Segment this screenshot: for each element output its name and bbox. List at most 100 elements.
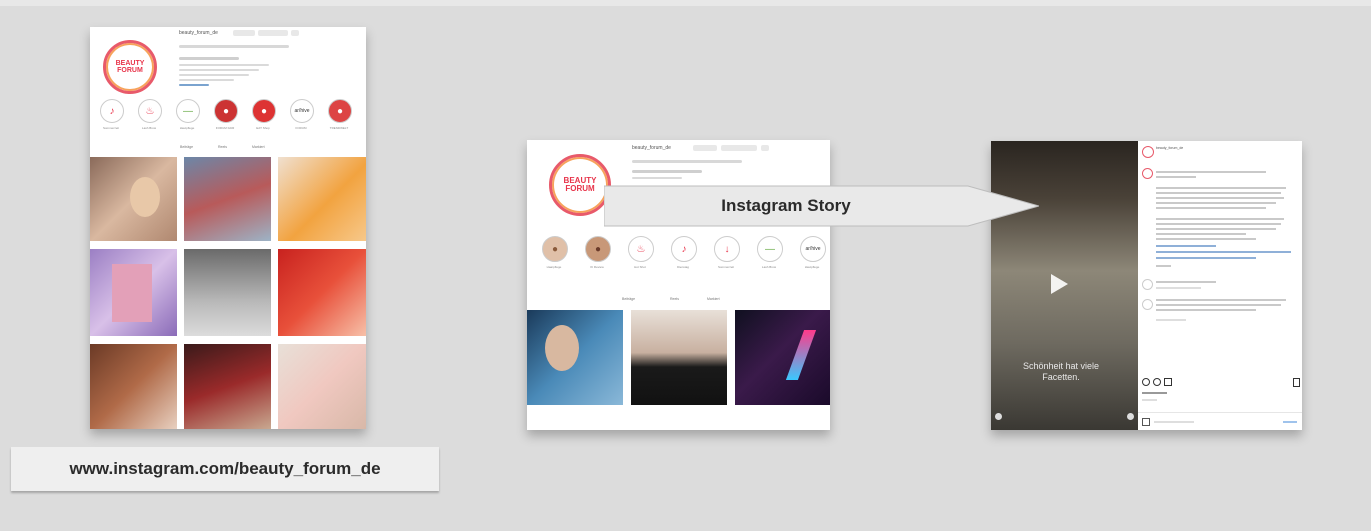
highlight-label: Lash Brow [141, 126, 157, 130]
highlight-forum-fair[interactable]: ● [214, 99, 238, 123]
post-username[interactable]: beauty_forum_de [1156, 146, 1183, 150]
placeholder-line [1154, 421, 1194, 423]
caption-link-line[interactable] [1156, 245, 1216, 247]
highlight-eat-shop[interactable]: ● [252, 99, 276, 123]
highlight-label: Hot Shot [634, 265, 646, 269]
highlight-dienstag[interactable]: ♪ [671, 236, 697, 262]
highlight-hautpflege[interactable]: — [176, 99, 200, 123]
highlight-label: Dienstag [677, 265, 689, 269]
face-shape [130, 177, 160, 217]
play-icon[interactable] [1051, 274, 1068, 294]
post-thumbnail[interactable] [735, 310, 830, 405]
post-thumbnail[interactable] [527, 310, 623, 405]
instagram-profile-screenshot: BEAUTY FORUM beauty_forum_de ♪ Sommerzei… [90, 27, 366, 429]
tab-tagged[interactable]: Markiert [252, 145, 265, 149]
bio-line [179, 64, 269, 66]
tab-reels[interactable]: Reels [218, 145, 227, 149]
more-button[interactable] [761, 145, 769, 151]
tab-reels[interactable]: Reels [670, 297, 679, 301]
bookmark-icon[interactable] [1293, 378, 1300, 387]
comment-icon[interactable] [1153, 378, 1161, 386]
post-thumbnail[interactable] [90, 157, 177, 241]
highlight-forum[interactable]: ar/hive [290, 99, 314, 123]
caption-line [1156, 176, 1196, 178]
comment-meta-line [1156, 319, 1186, 321]
bio-line [179, 69, 259, 71]
highlight-label: Hautpflege [179, 126, 195, 130]
like-icon[interactable] [1142, 378, 1150, 386]
caption-link-line[interactable] [1156, 257, 1256, 259]
follow-button[interactable] [693, 145, 717, 151]
profile-username: beauty_forum_de [632, 145, 671, 151]
message-button[interactable] [258, 30, 288, 36]
emoji-icon[interactable] [1142, 418, 1150, 426]
video-caption: Schönheit hat viele Facetten. [1022, 361, 1100, 382]
highlight-label: Sommerzeit [102, 126, 119, 130]
comment-avatar [1142, 168, 1153, 179]
tab-tagged[interactable]: Markiert [707, 297, 720, 301]
comment-meta-line [1156, 287, 1201, 289]
highlight-sommerzeit[interactable]: ♪ [100, 99, 124, 123]
bio-line [179, 79, 234, 81]
highlight-haarpflege[interactable]: ● [542, 236, 568, 262]
profile-url-callout: www.instagram.com/beauty_forum_de [11, 447, 439, 491]
comment-avatar [1142, 299, 1153, 310]
date-line [1142, 399, 1157, 401]
post-thumbnail[interactable] [631, 310, 727, 405]
highlight-label: Hautpflege [804, 265, 820, 269]
post-avatar[interactable] [1142, 146, 1154, 158]
likes-line [1142, 392, 1167, 394]
caption-line [1156, 171, 1266, 173]
post-thumbnail[interactable] [278, 157, 366, 241]
post-button-line[interactable] [1283, 421, 1297, 423]
post-thumbnail[interactable] [90, 249, 177, 336]
comment-line [1156, 304, 1281, 306]
post-thumbnail[interactable] [184, 157, 271, 241]
caption-line [1156, 202, 1276, 204]
highlight-ik-review[interactable]: ● [585, 236, 611, 262]
highlight-hot-shot[interactable]: ♨ [628, 236, 654, 262]
highlight-label: Sommerzeit [717, 265, 734, 269]
more-button[interactable] [291, 30, 299, 36]
comment-line [1156, 299, 1286, 301]
caption-line [1156, 192, 1281, 194]
profile-url-text: www.instagram.com/beauty_forum_de [69, 459, 381, 478]
mute-icon[interactable] [1127, 413, 1134, 420]
highlight-lash-brow[interactable]: — [757, 236, 783, 262]
follow-button[interactable] [233, 30, 255, 36]
caption-link-line[interactable] [1156, 251, 1291, 253]
book-cover-shape [112, 264, 152, 322]
post-thumbnail[interactable] [278, 249, 366, 336]
caption-line [1156, 228, 1276, 230]
post-thumbnail[interactable] [184, 344, 271, 429]
story-label: Instagram Story [721, 196, 851, 215]
highlight-hautpflege[interactable]: ar/hive [800, 236, 826, 262]
highlight-sommerzeit[interactable]: ↓ [714, 236, 740, 262]
post-thumbnail[interactable] [90, 344, 177, 429]
profile-logo: BEAUTY FORUM [549, 154, 611, 216]
tab-posts[interactable]: Beiträge [622, 297, 635, 301]
neon-bolt-shape [785, 330, 817, 380]
comment-avatar [1142, 279, 1153, 290]
tab-posts[interactable]: Beiträge [180, 145, 193, 149]
comment-line [1156, 309, 1256, 311]
bio-line [179, 84, 209, 86]
post-thumbnail[interactable] [184, 249, 271, 336]
share-icon[interactable] [1164, 378, 1172, 386]
highlight-lash-brow[interactable]: ♨ [138, 99, 162, 123]
caption-line [1156, 187, 1286, 189]
highlight-label: TRENDWELT [329, 126, 349, 130]
top-divider [0, 0, 1371, 6]
caption-line [1156, 238, 1256, 240]
volume-icon[interactable] [995, 413, 1002, 420]
message-button[interactable] [721, 145, 757, 151]
bio-line [632, 177, 682, 179]
highlight-label: EAT Shop [256, 126, 270, 130]
profile-logo: BEAUTY FORUM [103, 40, 157, 94]
post-thumbnail[interactable] [278, 344, 366, 429]
caption-line [1156, 197, 1284, 199]
logo-text: BEAUTY FORUM [563, 176, 597, 193]
caption-line [1156, 223, 1281, 225]
profile-username: beauty_forum_de [179, 30, 218, 36]
highlight-trendwelt[interactable]: ● [328, 99, 352, 123]
